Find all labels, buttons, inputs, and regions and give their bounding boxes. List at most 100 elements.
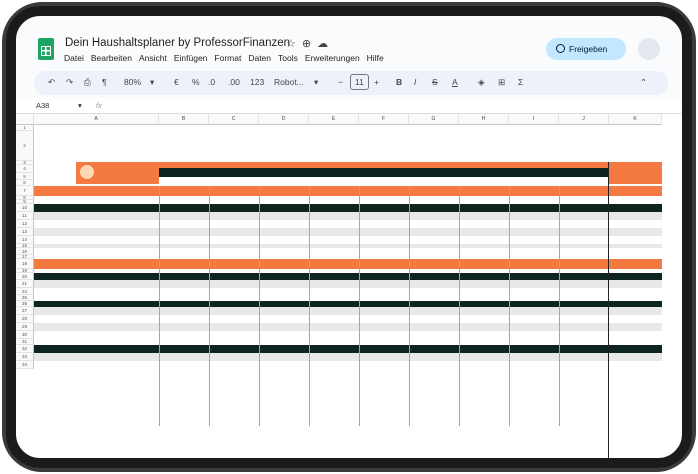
value-cell[interactable] [567, 289, 607, 295]
value-cell[interactable] [567, 187, 607, 196]
value-cell[interactable] [367, 332, 407, 339]
row-header[interactable]: 24 [16, 288, 34, 295]
value-cell[interactable] [217, 316, 257, 323]
value-cell[interactable] [317, 245, 357, 248]
value-cell[interactable] [417, 289, 457, 295]
value-cell[interactable] [567, 213, 607, 220]
total-cell[interactable] [617, 316, 660, 323]
value-cell[interactable] [167, 289, 207, 295]
value-cell[interactable] [517, 316, 557, 323]
functions-icon[interactable]: Σ [518, 77, 523, 87]
value-cell[interactable] [467, 205, 507, 212]
row-header[interactable]: 10 [16, 204, 34, 212]
font-size-decrease-icon[interactable]: − [338, 77, 343, 87]
row-header[interactable]: 32 [16, 345, 34, 353]
value-cell[interactable] [167, 332, 207, 339]
value-cell[interactable] [367, 289, 407, 295]
row-header[interactable]: 34 [16, 361, 34, 369]
document-title[interactable]: Dein Haushaltsplaner by ProfessorFinanze… [65, 37, 290, 49]
value-cell[interactable] [467, 213, 507, 220]
menu-hilfe[interactable]: Hilfe [367, 53, 384, 63]
total-cell[interactable] [617, 205, 660, 212]
value-cell[interactable] [267, 332, 307, 339]
value-cell[interactable] [367, 281, 407, 288]
value-cell[interactable] [517, 229, 557, 236]
value-cell[interactable] [417, 332, 457, 339]
value-cell[interactable] [167, 362, 207, 369]
value-cell[interactable] [567, 324, 607, 331]
print-icon[interactable]: ⎙ [84, 77, 91, 88]
value-cell[interactable] [267, 346, 307, 353]
value-cell[interactable] [167, 187, 207, 196]
percent-icon[interactable]: % [192, 77, 200, 87]
total-cell[interactable] [617, 213, 660, 220]
value-cell[interactable] [367, 221, 407, 228]
value-cell[interactable] [317, 362, 357, 369]
value-cell[interactable] [517, 237, 557, 244]
value-cell[interactable] [417, 229, 457, 236]
value-cell[interactable] [467, 187, 507, 196]
value-cell[interactable] [417, 187, 457, 196]
row-header[interactable]: 30 [16, 331, 34, 339]
value-cell[interactable] [417, 221, 457, 228]
undo-icon[interactable]: ↶ [48, 77, 55, 88]
value-cell[interactable] [217, 354, 257, 361]
value-cell[interactable] [467, 281, 507, 288]
value-cell[interactable] [167, 213, 207, 220]
value-cell[interactable] [267, 237, 307, 244]
row-header[interactable]: 21 [16, 280, 34, 288]
value-cell[interactable] [367, 346, 407, 353]
value-cell[interactable] [367, 229, 407, 236]
value-cell[interactable] [217, 221, 257, 228]
value-cell[interactable] [417, 354, 457, 361]
menu-daten[interactable]: Daten [248, 53, 271, 63]
value-cell[interactable] [317, 229, 357, 236]
value-cell[interactable] [267, 354, 307, 361]
value-cell[interactable] [517, 346, 557, 353]
column-header-I[interactable]: I [509, 114, 559, 125]
total-cell[interactable] [617, 324, 660, 331]
value-cell[interactable] [217, 332, 257, 339]
value-cell[interactable] [267, 205, 307, 212]
value-cell[interactable] [267, 281, 307, 288]
strikethrough-icon[interactable]: S [432, 77, 438, 87]
value-cell[interactable] [467, 324, 507, 331]
value-cell[interactable] [517, 213, 557, 220]
total-cell[interactable] [617, 245, 660, 248]
total-cell[interactable] [617, 332, 660, 339]
cloud-icon[interactable]: ☁ [317, 38, 334, 50]
value-cell[interactable] [517, 281, 557, 288]
value-cell[interactable] [517, 187, 557, 196]
total-cell[interactable] [617, 221, 660, 228]
menu-datei[interactable]: Datei [64, 53, 84, 63]
value-cell[interactable] [267, 289, 307, 295]
value-cell[interactable] [167, 308, 207, 315]
decrease-decimal-icon[interactable]: .0 [208, 77, 215, 87]
fill-color-icon[interactable]: ◈ [478, 77, 485, 88]
value-cell[interactable] [467, 354, 507, 361]
column-header-K[interactable]: K [609, 114, 662, 125]
share-button[interactable]: Freigeben [546, 38, 626, 60]
value-cell[interactable] [467, 332, 507, 339]
value-cell[interactable] [317, 289, 357, 295]
value-cell[interactable] [367, 237, 407, 244]
value-cell[interactable] [267, 187, 307, 196]
row-header[interactable]: 28 [16, 315, 34, 323]
row-header[interactable]: 4 [16, 165, 34, 173]
font-size-increase-icon[interactable]: + [374, 77, 379, 87]
italic-icon[interactable]: I [414, 77, 416, 87]
value-cell[interactable] [467, 362, 507, 369]
value-cell[interactable] [267, 260, 307, 269]
value-cell[interactable] [267, 221, 307, 228]
value-cell[interactable] [167, 260, 207, 269]
value-cell[interactable] [367, 324, 407, 331]
value-cell[interactable] [517, 221, 557, 228]
avatar[interactable] [638, 38, 660, 60]
value-cell[interactable] [217, 213, 257, 220]
value-cell[interactable] [217, 289, 257, 295]
value-cell[interactable] [367, 245, 407, 248]
font-select[interactable]: Robot... [274, 77, 304, 87]
value-cell[interactable] [567, 316, 607, 323]
value-cell[interactable] [317, 205, 357, 212]
increase-decimal-icon[interactable]: .00 [228, 77, 240, 87]
